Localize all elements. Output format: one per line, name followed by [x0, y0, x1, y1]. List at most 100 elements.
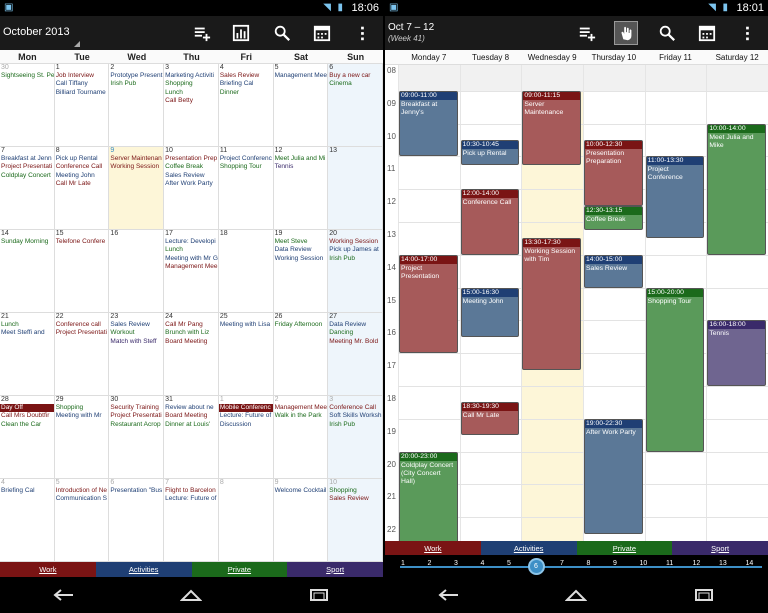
week-event[interactable]: 18:30-19:30 Call Mr Late — [460, 402, 520, 436]
event-item[interactable]: Meet Julia and Mi — [274, 155, 328, 163]
event-item[interactable]: Conference call — [55, 321, 109, 329]
event-item[interactable]: Working Session — [328, 238, 382, 246]
event-item[interactable]: Introduction of Ne — [55, 487, 109, 495]
go-to-date-button[interactable] — [310, 21, 334, 45]
day-cell[interactable]: 16 — [109, 230, 165, 313]
event-item[interactable]: Day Off — [0, 404, 54, 413]
week-event[interactable]: 14:00-15:00 Sales Review — [584, 254, 643, 288]
day-cell[interactable]: 24 Call Mr Pang Brunch with Liz Board Meeti… — [164, 313, 219, 396]
search-button[interactable] — [270, 21, 294, 45]
day-cell[interactable]: 27 Data Review Dancing Meeting Mr. Bold — [328, 313, 383, 396]
event-item[interactable]: Pick up James at — [328, 246, 382, 254]
event-item[interactable]: Friday Afternoon — [274, 321, 328, 329]
event-item[interactable]: After Work Party — [164, 180, 218, 188]
touch-mode-button[interactable] — [614, 21, 638, 45]
day-cell[interactable]: 21 Lunch Meet Steffi and — [0, 313, 55, 396]
event-item[interactable]: Cinema — [328, 80, 382, 88]
event-item[interactable]: Management Mee — [274, 404, 328, 412]
event-item[interactable]: Project Presentati — [55, 329, 109, 337]
go-to-date-button[interactable] — [695, 21, 719, 45]
day-cell[interactable]: 22 Conference call Project Presentati — [54, 313, 110, 396]
category-work[interactable]: Work — [0, 562, 96, 578]
day-cell[interactable]: 10 Presentation Prep Coffee Break Sales Rev… — [164, 147, 219, 230]
event-item[interactable]: Sightseeing St. Pe — [0, 72, 54, 80]
week-event[interactable]: 10:00-14:00 Meet Julia and Mike — [707, 123, 766, 255]
event-item[interactable]: Shopping — [55, 404, 109, 412]
event-item[interactable]: Call Mr Late — [55, 180, 109, 188]
day-cell[interactable]: 23 Sales Review Workout Match with Steff — [109, 313, 165, 396]
event-item[interactable]: Presentation Prep — [164, 155, 218, 163]
day-cell[interactable]: 17 Lecture: Developi Lunch Meeting with Mr … — [164, 230, 219, 313]
day-cell[interactable]: 4 Sales Review Briefing Cal Dinner — [218, 64, 274, 147]
overflow-menu-button[interactable] — [735, 21, 759, 45]
event-item[interactable]: Meet Steffi and — [0, 329, 54, 337]
event-item[interactable]: Management Mee — [164, 263, 218, 271]
day-cell[interactable]: 10 Shopping Sales Review — [328, 479, 383, 562]
event-item[interactable]: Call Tiffany — [55, 80, 109, 88]
recent-apps-icon[interactable] — [308, 588, 330, 602]
week-event[interactable]: 09:00-11:15 Server Maintenance — [522, 90, 581, 165]
event-item[interactable]: Billiard Tourname — [55, 89, 109, 97]
event-item[interactable]: Sales Review — [328, 495, 382, 503]
week-day-label[interactable]: Saturday 12 — [706, 50, 768, 65]
event-item[interactable]: Meeting John — [55, 172, 109, 180]
day-cell[interactable]: 20 Working Session Pick up James at Irish P… — [328, 230, 383, 313]
event-item[interactable]: Call Betty — [164, 97, 218, 105]
event-item[interactable]: Workout — [109, 329, 163, 337]
day-cell[interactable]: 18 — [218, 230, 274, 313]
event-item[interactable]: Lecture: Future of — [219, 412, 273, 420]
week-event[interactable]: 12:00-14:00 Conference Call — [460, 189, 520, 255]
week-event[interactable]: 13:30-17:30 Working Session with Tim — [522, 238, 581, 370]
event-item[interactable]: Conference Call — [55, 163, 109, 171]
day-cell[interactable]: 7 Flight to Barcelon Lecture: Future of — [164, 479, 219, 562]
event-item[interactable]: Briefing Cal — [219, 80, 273, 88]
day-cell[interactable]: 8 Pick up Rental Conference Call Meeting Jo… — [54, 147, 110, 230]
event-item[interactable]: Soft Skills Worksh — [328, 412, 382, 420]
week-event[interactable]: 16:00-18:00 Tennis — [707, 320, 766, 386]
event-item[interactable]: Presentation "Bus — [109, 487, 163, 495]
day-cell[interactable]: 5 Management Mee — [273, 64, 329, 147]
event-item[interactable]: Meeting with Mr — [55, 412, 109, 420]
event-item[interactable]: Board Meeting — [164, 412, 218, 420]
day-cell[interactable]: 25 Meeting with Lisa — [218, 313, 274, 396]
event-item[interactable]: Meeting with Mr G — [164, 255, 218, 263]
day-cell[interactable]: 31 Review about ne Board Meeting Dinner at … — [164, 396, 219, 479]
event-item[interactable]: Restaurant Acrop — [109, 421, 163, 429]
event-item[interactable]: Irish Pub — [328, 255, 382, 263]
event-item[interactable]: Board Meeting — [164, 338, 218, 346]
event-item[interactable]: Shopping Tour — [219, 163, 273, 171]
day-cell[interactable]: 26 Friday Afternoon — [273, 313, 329, 396]
event-item[interactable]: Sunday Morning — [0, 238, 54, 246]
event-item[interactable]: Call Mr Pang — [164, 321, 218, 329]
day-cell[interactable]: 15 Telefone Confere — [54, 230, 110, 313]
event-item[interactable]: Clean the Car — [0, 421, 54, 429]
event-item[interactable]: Dinner — [219, 89, 273, 97]
back-icon[interactable] — [53, 588, 75, 602]
event-item[interactable]: Brunch with Liz — [164, 329, 218, 337]
week-event[interactable]: 20:00-23:00 Coldplay Concert (City Concer… — [399, 451, 458, 541]
week-event[interactable]: 10:30-10:45 Pick up Rental — [460, 140, 520, 165]
event-item[interactable]: Irish Pub — [109, 80, 163, 88]
event-item[interactable]: Tennis — [274, 163, 328, 171]
event-item[interactable]: Sales Review — [109, 321, 163, 329]
event-item[interactable]: Shopping — [164, 80, 218, 88]
week-day-label[interactable]: Wednesday 9 — [521, 50, 583, 65]
day-cell[interactable]: 9 Welcome Cocktail — [273, 479, 329, 562]
day-cell[interactable]: 6 Presentation "Bus — [109, 479, 165, 562]
event-item[interactable]: Meeting with Lisa — [219, 321, 273, 329]
home-icon[interactable] — [565, 588, 588, 602]
event-item[interactable]: Match with Steff — [109, 338, 163, 346]
day-cell[interactable]: 2 Prototype Present Irish Pub — [109, 64, 165, 147]
week-event[interactable]: 11:00-13:30 Project Conference — [645, 156, 705, 239]
event-item[interactable]: Meet Steve — [274, 238, 328, 246]
event-item[interactable]: Project Presentati — [109, 412, 163, 420]
week-event[interactable]: 12:30-13:15 Coffee Break — [584, 205, 643, 231]
event-item[interactable]: Job Interview — [55, 72, 109, 80]
day-cell[interactable]: 9 Server Maintenan Working Session — [109, 147, 165, 230]
event-item[interactable]: Sales Review — [219, 72, 273, 80]
week-event[interactable]: 15:00-16:30 Meeting John — [460, 287, 520, 337]
event-item[interactable]: Briefing Cal — [0, 487, 54, 495]
category-sport[interactable]: Sport — [672, 541, 768, 555]
search-button[interactable] — [655, 21, 679, 45]
event-item[interactable]: Project Conferenc — [219, 155, 273, 163]
